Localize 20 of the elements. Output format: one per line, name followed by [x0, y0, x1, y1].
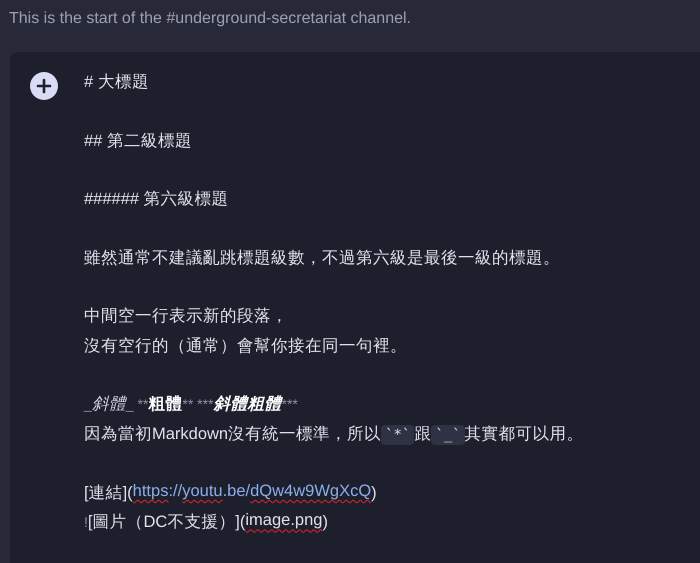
text-line: 中間空一行表示新的段落， — [84, 306, 289, 328]
text-line: ![圖片（DC不支援）](image.png) — [84, 510, 329, 534]
text: 其實都可以用。 — [464, 424, 584, 443]
text: 因為當初Markdown沒有統一標準，所以 — [84, 424, 382, 443]
text-line: 沒有空行的（通常）會幫你接在同一句裡。 — [84, 336, 408, 357]
inline-code: `_` — [431, 424, 465, 445]
add-attachment-button[interactable] — [30, 72, 58, 100]
message-composer[interactable] — [10, 52, 700, 563]
text-line: ###### 第六級標題 — [84, 189, 230, 210]
text-line: # 大標題 — [84, 72, 150, 93]
inline-code: `*` — [381, 424, 414, 445]
plus-icon — [36, 78, 52, 94]
text-line: ## 第二級標題 — [84, 130, 193, 152]
text-line: _斜體_ **粗體** ***斜體粗體*** — [84, 394, 299, 416]
text: ) — [371, 484, 377, 502]
text: [連結]( — [84, 484, 133, 502]
text: 跟 — [414, 424, 432, 443]
text-line: 雖然通常不建議亂跳標題級數，不過第六級是最後一級的標題。 — [84, 248, 561, 269]
link[interactable]: https://youtu.be/dQw4w9WgXcQ — [132, 484, 372, 502]
channel-intro-text: This is the start of the #underground-secretariat channel. — [8, 9, 412, 29]
